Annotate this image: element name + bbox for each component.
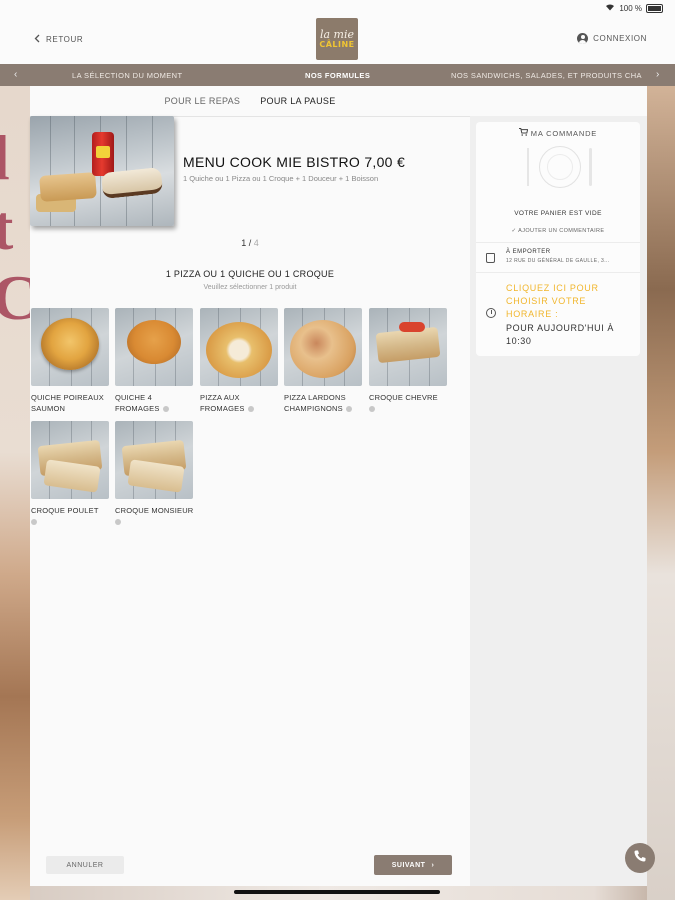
product-name: PIZZA LARDONS CHAMPIGNONS — [284, 392, 364, 414]
wifi-icon — [605, 3, 615, 13]
product-image — [31, 421, 109, 499]
product-image — [200, 308, 278, 386]
category-tab-selection[interactable]: LA SÉLECTION DU MOMENT — [72, 71, 182, 80]
info-icon[interactable] — [115, 519, 121, 526]
product-name: CROQUE MONSIEUR — [115, 505, 195, 527]
nav-next-arrow-icon[interactable]: › — [656, 69, 660, 80]
menu-product-image — [30, 116, 174, 226]
login-label: CONNEXION — [593, 34, 647, 43]
takeaway-title: À EMPORTER — [506, 249, 551, 255]
pager-separator: / — [248, 238, 252, 248]
app-header: RETOUR la mie CÂLINE CONNEXION — [0, 16, 675, 64]
next-button[interactable]: SUIVANT › — [374, 855, 452, 875]
add-comment-link[interactable]: ✓ AJOUTER UN COMMENTAIRE — [476, 228, 640, 234]
info-icon[interactable] — [345, 406, 352, 413]
info-icon[interactable] — [247, 406, 254, 413]
home-indicator — [234, 890, 440, 894]
product-name: QUICHE 4 FROMAGES — [115, 392, 195, 414]
product-card[interactable]: QUICHE POIREAUX SAUMON — [31, 308, 111, 414]
menu-description: 1 Quiche ou 1 Pizza ou 1 Croque + 1 Douc… — [183, 174, 379, 183]
empty-cart-text: VOTRE PANIER EST VIDE — [514, 210, 602, 217]
bag-icon — [486, 253, 495, 263]
info-icon[interactable] — [31, 519, 37, 526]
pager-total: 4 — [253, 238, 259, 248]
user-icon — [577, 33, 589, 44]
login-button[interactable]: CONNEXION — [577, 33, 647, 44]
order-title: MA COMMANDE — [530, 129, 598, 138]
pickup-time: POUR AUJOURD'HUI À 10:30 — [506, 322, 631, 348]
product-name: PIZZA AUX FROMAGES — [200, 392, 280, 414]
product-image — [115, 421, 193, 499]
product-card[interactable]: QUICHE 4 FROMAGES — [115, 308, 195, 414]
product-card[interactable]: PIZZA AUX FROMAGES — [200, 308, 280, 414]
cart-icon — [518, 128, 531, 138]
pager-current: 1 — [241, 238, 247, 248]
order-sidebar: MA COMMANDE VOTRE PANIER EST VIDE ✓ AJOU… — [470, 116, 647, 886]
cancel-button[interactable]: ANNULER — [46, 856, 124, 874]
chevron-left-icon — [34, 34, 40, 45]
product-image — [284, 308, 362, 386]
tab-pour-la-pause[interactable]: POUR LA PAUSE — [260, 86, 335, 116]
info-icon[interactable] — [162, 406, 169, 413]
product-card[interactable]: CROQUE POULET — [31, 421, 111, 527]
product-image — [369, 308, 447, 386]
next-label: SUIVANT — [391, 861, 426, 869]
nav-prev-arrow-icon[interactable]: ‹ — [14, 69, 18, 80]
product-card[interactable]: CROQUE CHEVRE — [369, 308, 449, 414]
order-card: MA COMMANDE VOTRE PANIER EST VIDE ✓ AJOU… — [476, 122, 640, 356]
order-header: MA COMMANDE — [476, 128, 640, 138]
step-subtitle: Veuillez sélectionner 1 produit — [203, 284, 297, 291]
product-image — [31, 308, 109, 386]
product-image — [115, 308, 193, 386]
clock-icon — [486, 308, 496, 318]
background-right-strip — [647, 86, 675, 900]
phone-icon — [633, 849, 647, 868]
empty-plate-icon — [521, 144, 597, 190]
background-letter: l — [0, 122, 10, 193]
category-tab-formules[interactable]: NOS FORMULES — [305, 71, 370, 80]
product-name: CROQUE CHEVRE — [369, 392, 449, 414]
store-address: 12 RUE DU GÉNÉRAL DE GAULLE, 3... — [506, 258, 610, 264]
battery-icon — [646, 3, 663, 13]
product-name: QUICHE POIREAUX SAUMON — [31, 393, 105, 413]
divider — [476, 242, 640, 243]
phone-call-button[interactable] — [625, 843, 655, 873]
step-pager: 1 / 4 — [30, 238, 470, 248]
status-bar: 100 % — [0, 0, 675, 16]
back-label: RETOUR — [46, 35, 84, 44]
step-title: 1 PIZZA OU 1 QUICHE OU 1 CROQUE — [165, 269, 335, 279]
logo-text-bottom: CÂLINE — [319, 39, 355, 49]
choose-time-link[interactable]: CLIQUEZ ICI POUR CHOISIR VOTRE HORAIRE : — [506, 282, 631, 321]
background-left-strip: l t C — [0, 86, 38, 900]
battery-percent: 100 % — [619, 3, 642, 13]
pickup-time-prefix: POUR — [506, 323, 535, 333]
product-name: CROQUE POULET — [31, 505, 111, 527]
menu-title: MENU COOK MIE BISTRO 7,00 € — [183, 154, 406, 170]
sub-tabs: POUR LE REPAS POUR LA PAUSE — [30, 86, 470, 117]
background-letter: t — [0, 192, 14, 263]
product-card[interactable]: CROQUE MONSIEUR — [115, 421, 195, 527]
chevron-right-icon: › — [431, 861, 435, 869]
brand-logo[interactable]: la mie CÂLINE — [316, 18, 358, 60]
menu-configurator-panel: POUR LE REPAS POUR LA PAUSE MENU COOK MI… — [30, 86, 647, 886]
logo-text-top: la mie — [319, 27, 355, 41]
category-nav: ‹ LA SÉLECTION DU MOMENT NOS FORMULES NO… — [0, 64, 675, 86]
battery-indicator: 100 % — [605, 3, 663, 13]
info-icon[interactable] — [369, 406, 375, 413]
divider — [476, 272, 640, 273]
tab-pour-le-repas[interactable]: POUR LE REPAS — [164, 86, 240, 116]
category-tab-sandwichs[interactable]: NOS SANDWICHS, SALADES, ET PRODUITS CHA — [451, 71, 642, 80]
back-button[interactable]: RETOUR — [34, 34, 83, 45]
product-card[interactable]: PIZZA LARDONS CHAMPIGNONS — [284, 308, 364, 414]
